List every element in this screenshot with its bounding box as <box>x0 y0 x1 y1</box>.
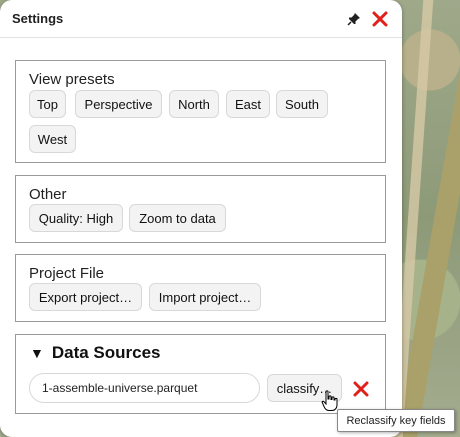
project-file-title: Project File <box>29 265 105 282</box>
zoom-to-data-button[interactable]: Zoom to data <box>129 204 226 232</box>
quality-button[interactable]: Quality: High <box>29 204 123 232</box>
settings-panel: Settings View presets Top Perspective No… <box>0 0 402 437</box>
data-sources-header[interactable]: ▼ Data Sources <box>30 343 161 363</box>
collapse-triangle-icon: ▼ <box>30 345 44 361</box>
import-project-button[interactable]: Import project… <box>149 283 261 311</box>
other-section: Other Quality: High Zoom to data <box>15 175 386 243</box>
other-title: Other <box>29 186 67 203</box>
preset-south-button[interactable]: South <box>276 90 328 118</box>
preset-top-button[interactable]: Top <box>29 90 66 118</box>
data-sources-title: Data Sources <box>51 343 161 362</box>
preset-west-button[interactable]: West <box>29 125 76 153</box>
pin-icon[interactable] <box>344 9 364 29</box>
preset-north-button[interactable]: North <box>169 90 219 118</box>
remove-icon[interactable] <box>352 380 370 398</box>
close-icon[interactable] <box>370 9 390 29</box>
hand-cursor-icon <box>321 390 339 412</box>
project-file-section: Project File Export project… Import proj… <box>15 254 386 322</box>
data-source-file-name: 1-assemble-universe.parquet <box>29 373 260 403</box>
panel-header: Settings <box>0 0 402 38</box>
export-project-button[interactable]: Export project… <box>29 283 142 311</box>
classify-tooltip: Reclassify key fields <box>337 409 455 432</box>
view-presets-section: View presets Top Perspective North East … <box>15 60 386 163</box>
preset-perspective-button[interactable]: Perspective <box>75 90 162 118</box>
preset-east-button[interactable]: East <box>226 90 270 118</box>
panel-title: Settings <box>12 11 64 26</box>
view-presets-title: View presets <box>29 71 115 88</box>
